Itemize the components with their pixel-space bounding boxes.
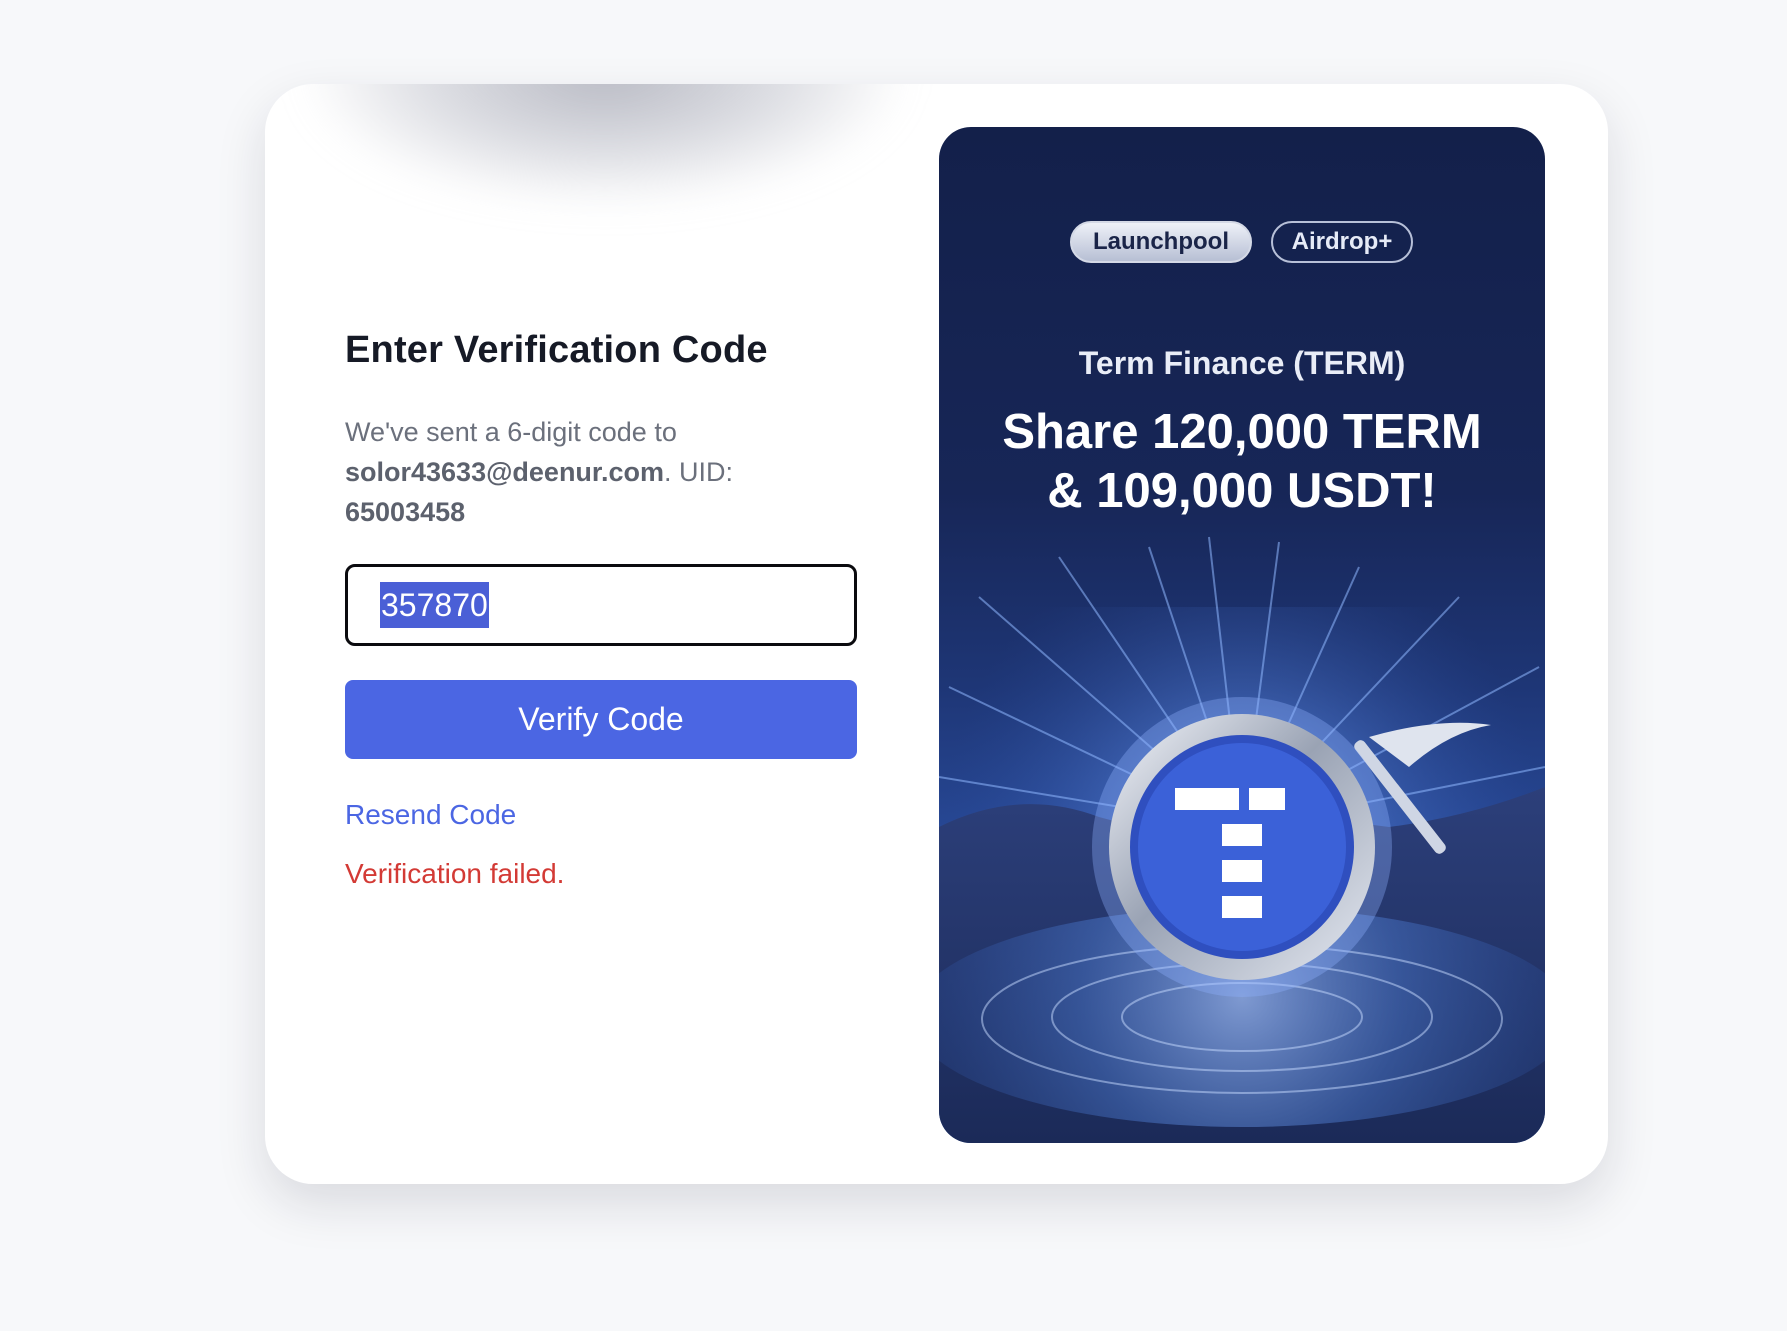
verification-form: Enter Verification Code We've sent a 6-d… — [345, 84, 857, 1184]
verification-code-input[interactable]: 357870 — [345, 564, 857, 646]
page-title: Enter Verification Code — [345, 329, 768, 371]
promo-banner[interactable]: Launchpool Airdrop+ Term Finance (TERM) … — [939, 127, 1545, 1143]
promo-artwork — [939, 536, 1545, 1143]
error-message: Verification failed. — [345, 858, 565, 889]
tag-launchpool: Launchpool — [1070, 221, 1252, 263]
term-coin-icon — [1092, 697, 1392, 997]
code-input-value[interactable]: 357870 — [380, 582, 489, 628]
email-address: solor43633@deenur.com — [345, 457, 664, 487]
tag-airdrop: Airdrop+ — [1271, 221, 1413, 263]
verify-code-button[interactable]: Verify Code — [345, 680, 857, 759]
uid-label: . UID: — [663, 457, 733, 487]
uid-value: 65003458 — [345, 497, 466, 527]
promo-headline-line2: & 109,000 USDT! — [1047, 464, 1437, 518]
promo-subtitle: Term Finance (TERM) — [1078, 345, 1406, 381]
verification-description: We've sent a 6-digit code to solor43633@… — [345, 412, 857, 532]
promo-headline: Share 120,000 TERM & 109,000 USDT! — [939, 403, 1545, 521]
resend-code-link[interactable]: Resend Code — [345, 799, 516, 831]
verification-card: Enter Verification Code We've sent a 6-d… — [265, 84, 1608, 1184]
description-prefix: We've sent a 6-digit code to — [345, 417, 677, 447]
promo-headline-line1: Share 120,000 TERM — [1002, 405, 1482, 459]
